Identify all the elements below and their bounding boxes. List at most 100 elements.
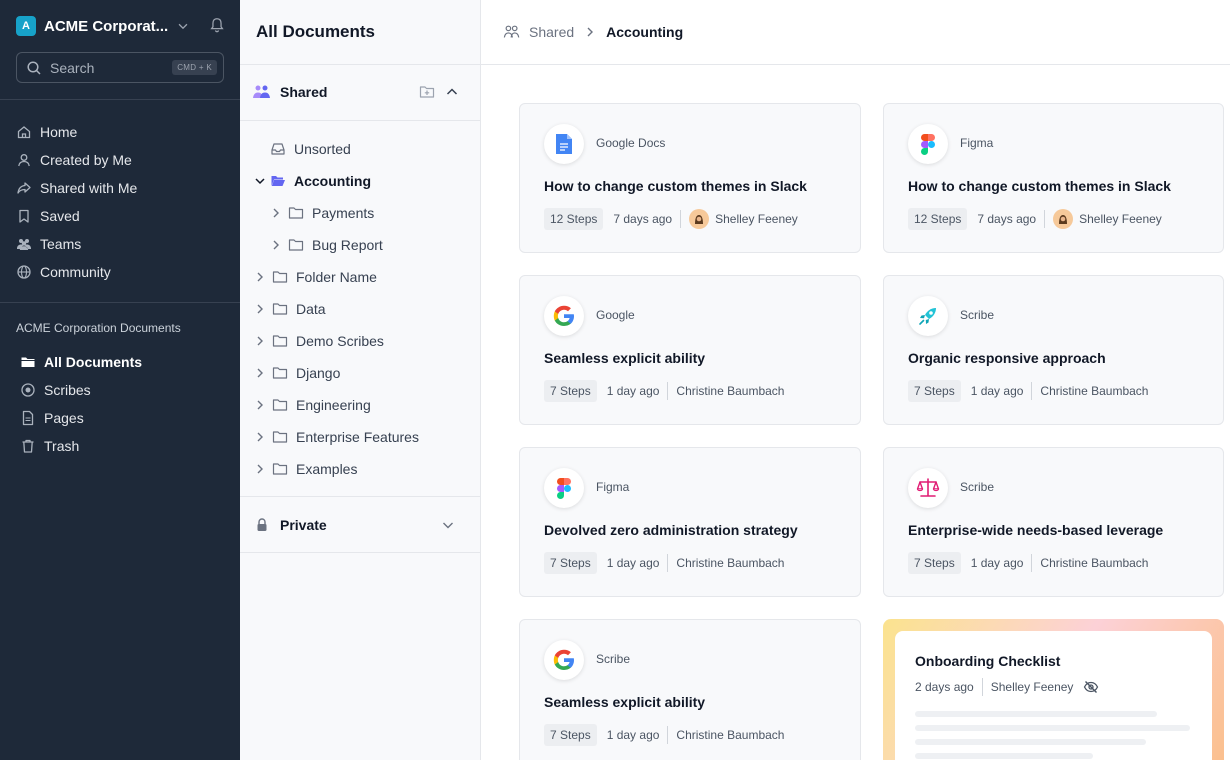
chevron-down-icon[interactable] [254, 175, 266, 187]
card-title: Devolved zero administration strategy [544, 522, 798, 538]
card-title: Seamless explicit ability [544, 694, 706, 710]
chevron-right-icon[interactable] [270, 239, 282, 251]
left-navigation: A ACME Corporat... Search CMD + K Home C… [0, 0, 240, 760]
nav-item-label: Community [40, 264, 111, 280]
tree-item-enterprise-features[interactable]: Enterprise Features [240, 421, 481, 453]
onboarding-author: Shelley Feeney [990, 680, 1074, 694]
tree-item-label: Examples [296, 461, 358, 477]
document-card[interactable]: Google Seamless explicit ability 7 Steps… [519, 275, 861, 425]
card-source: Google Docs [596, 136, 666, 150]
nav-item-community[interactable]: Community [16, 258, 226, 286]
add-folder-icon[interactable] [419, 84, 435, 100]
tree-item-data[interactable]: Data [240, 293, 481, 325]
avatar [689, 209, 710, 229]
divider [1031, 554, 1033, 572]
workspace-switcher[interactable]: A ACME Corporat... [16, 15, 226, 37]
document-card[interactable]: Google Docs How to change custom themes … [519, 103, 861, 253]
card-author: Christine Baumbach [676, 556, 785, 570]
private-group-header[interactable]: Private [252, 513, 469, 537]
nav-item-all-documents[interactable]: All Documents [20, 348, 226, 376]
card-steps: 7 Steps [544, 380, 597, 402]
nav-item-teams[interactable]: Teams [16, 230, 226, 258]
chevron-right-icon[interactable] [254, 367, 266, 379]
document-card[interactable]: Figma How to change custom themes in Sla… [883, 103, 1224, 253]
nav-item-label: Trash [44, 438, 80, 454]
main-nav-list: Home Created by Me Shared with Me Saved … [16, 118, 226, 286]
nav-item-trash[interactable]: Trash [20, 432, 226, 460]
nav-section-title: ACME Corporation Documents [16, 321, 181, 335]
bell-icon[interactable] [208, 16, 226, 34]
card-time: 1 day ago [606, 384, 660, 398]
tree-item-accounting[interactable]: Accounting [240, 165, 481, 197]
rocket-icon [908, 296, 948, 336]
nav-item-pages[interactable]: Pages [20, 404, 226, 432]
divider [667, 726, 669, 744]
card-time: 1 day ago [606, 556, 660, 570]
documents-nav-list: All Documents Scribes Pages Trash [20, 348, 226, 460]
chevron-up-icon[interactable] [445, 85, 459, 99]
search-input[interactable]: Search CMD + K [16, 52, 224, 83]
search-icon [27, 60, 41, 75]
tree-item-django[interactable]: Django [240, 357, 481, 389]
home-icon [17, 126, 31, 139]
google-docs-icon [544, 124, 584, 164]
nav-item-home[interactable]: Home [16, 118, 226, 146]
document-card[interactable]: Scribe Enterprise-wide needs-based lever… [883, 447, 1224, 597]
divider [1044, 210, 1046, 228]
divider [240, 496, 481, 497]
onboarding-checklist-card[interactable]: Onboarding Checklist 2 days ago Shelley … [883, 619, 1224, 760]
tree-item-bug-report[interactable]: Bug Report [240, 229, 481, 261]
search-shortcut: CMD + K [172, 60, 217, 75]
card-time: 7 days ago [977, 212, 1037, 226]
tree-item-payments[interactable]: Payments [240, 197, 481, 229]
nav-item-created-by-me[interactable]: Created by Me [16, 146, 226, 174]
document-card[interactable]: Scribe Organic responsive approach 7 Ste… [883, 275, 1224, 425]
chevron-right-icon [587, 27, 594, 37]
folder-icon [272, 399, 288, 411]
globe-icon [17, 265, 31, 279]
card-title: Seamless explicit ability [544, 350, 706, 366]
card-author: Christine Baumbach [1040, 384, 1149, 398]
card-steps: 7 Steps [908, 380, 961, 402]
card-meta: 12 Steps 7 days ago Shelley Feeney [908, 208, 1162, 230]
divider [981, 678, 983, 696]
nav-item-scribes[interactable]: Scribes [20, 376, 226, 404]
placeholder-line [915, 725, 1190, 731]
divider [667, 382, 669, 400]
chevron-right-icon[interactable] [254, 271, 266, 283]
nav-item-label: Created by Me [40, 152, 132, 168]
card-source: Figma [960, 136, 994, 150]
card-meta: 12 Steps 7 days ago Shelley Feeney [544, 208, 798, 230]
tree-item-label: Django [296, 365, 341, 381]
record-icon [21, 383, 35, 397]
chevron-right-icon[interactable] [254, 335, 266, 347]
chevron-down-icon[interactable] [441, 518, 455, 532]
nav-item-shared-with-me[interactable]: Shared with Me [16, 174, 226, 202]
card-steps: 12 Steps [544, 208, 604, 230]
tree-item-engineering[interactable]: Engineering [240, 389, 481, 421]
chevron-right-icon[interactable] [254, 303, 266, 315]
tree-item-demo-scribes[interactable]: Demo Scribes [240, 325, 481, 357]
card-meta: 7 Steps 1 day ago Christine Baumbach [544, 724, 784, 746]
card-title: How to change custom themes in Slack [908, 178, 1171, 194]
card-source: Scribe [960, 308, 995, 322]
nav-item-saved[interactable]: Saved [16, 202, 226, 230]
tree-item-folder-name[interactable]: Folder Name [240, 261, 481, 293]
breadcrumb-parent[interactable]: Shared [529, 24, 574, 40]
chevron-right-icon[interactable] [254, 399, 266, 411]
shared-group-header[interactable]: Shared [252, 80, 469, 104]
tree-item-unsorted[interactable]: Unsorted [240, 133, 481, 165]
document-card[interactable]: Scribe Seamless explicit ability 7 Steps… [519, 619, 861, 760]
placeholder-line [915, 753, 1093, 759]
share-icon [17, 182, 31, 194]
chevron-right-icon[interactable] [270, 207, 282, 219]
eye-off-icon[interactable] [1083, 679, 1099, 695]
chevron-right-icon[interactable] [254, 431, 266, 443]
tree-item-label: Engineering [296, 397, 371, 413]
chevron-right-icon[interactable] [254, 463, 266, 475]
nav-item-label: Pages [44, 410, 84, 426]
figma-icon [908, 124, 948, 164]
tree-item-examples[interactable]: Examples [240, 453, 481, 485]
folder-icon [21, 357, 35, 367]
document-card[interactable]: Figma Devolved zero administration strat… [519, 447, 861, 597]
